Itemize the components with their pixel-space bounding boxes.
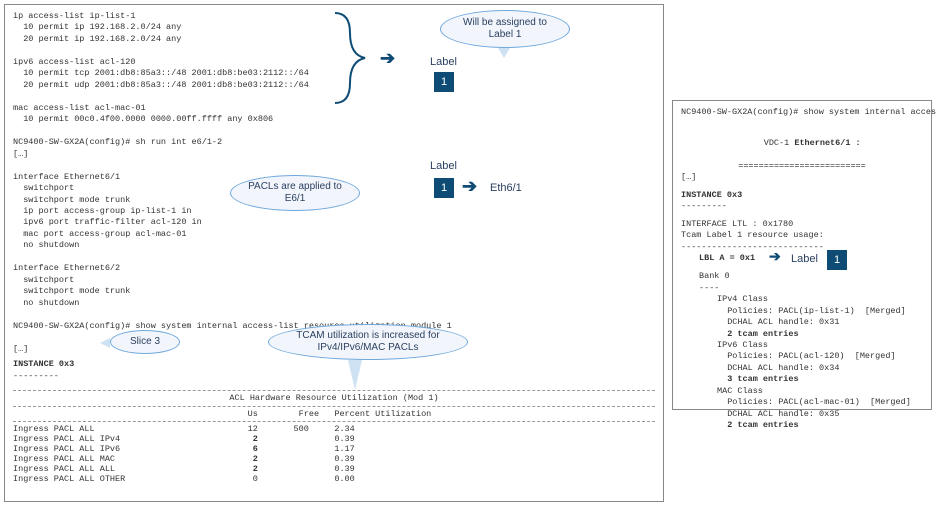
tcam-label-line: Tcam Label 1 resource usage: [681, 230, 923, 241]
bubble-pointer-icon [348, 360, 362, 390]
cli-line: no shutdown [13, 240, 655, 251]
utilization-table: Ingress PACL ALL 12 500 2.34Ingress PACL… [13, 424, 655, 484]
cli-line: switchport [13, 275, 655, 286]
bubble-pointer-icon [498, 48, 510, 58]
cli-line: interface Ethernet6/2 [13, 263, 655, 274]
ipv4-class: IPv4 Class [717, 294, 923, 305]
instance-right-ul: --------- [681, 201, 923, 212]
divider-top [13, 390, 655, 391]
right-cmd: NC9400-SW-GX2A(config)# show system inte… [681, 107, 923, 118]
lbl-a: LBL A = 0x1 [699, 253, 755, 264]
instance-underline: --------- [13, 371, 655, 382]
cli-line: no shutdown [13, 298, 655, 309]
cli-line: ip port access-group ip-list-1 in [13, 206, 655, 217]
vdc-underline: ========================= [681, 161, 923, 172]
table-row: Ingress PACL ALL MAC 2 0.39 [13, 454, 655, 464]
table-row: Ingress PACL ALL IPv6 6 1.17 [13, 444, 655, 454]
arrow-right-icon: ➔ [769, 249, 781, 266]
divider-mid [13, 406, 655, 407]
ipv6-ent: 3 tcam entries [717, 374, 923, 385]
bank-ul: ---- [699, 283, 923, 294]
ipv4-ent: 2 tcam entries [717, 329, 923, 340]
table-header: Us Free Percent Utilization [13, 409, 655, 419]
table-title: ACL Hardware Resource Utilization (Mod 1… [13, 393, 655, 404]
table-row: Ingress PACL ALL ALL 2 0.39 [13, 464, 655, 474]
label-chip-right: 1 [827, 250, 847, 270]
vdc-line: VDC-1 Ethernet6/1 : [681, 126, 923, 160]
iface-ltl: INTERFACE LTL : 0x1780 [681, 219, 923, 230]
right-terminal-panel: NC9400-SW-GX2A(config)# show system inte… [672, 100, 932, 410]
label-word-right: Label [791, 253, 818, 265]
eth-label: Eth6/1 [490, 182, 522, 194]
bubble-slice: Slice 3 [110, 330, 180, 354]
cli-line: […] [13, 149, 655, 160]
ipv6-class: IPv6 Class [717, 340, 923, 351]
bubble-pacl: PACLs are applied to E6/1 [230, 175, 360, 211]
instance-right: INSTANCE 0x3 [681, 190, 923, 201]
bank-line: Bank 0 [699, 271, 923, 282]
cli-line [13, 160, 655, 171]
brace-icon [330, 8, 370, 108]
bubble-tcam: TCAM utilization is increased for IPv4/I… [268, 324, 468, 360]
vdc-interface: Ethernet6/1 : [794, 138, 860, 148]
tcam-ul: ---------------------------- [681, 242, 923, 253]
arrow-right-icon: ➔ [380, 48, 395, 70]
table-row: Ingress PACL ALL IPv4 2 0.39 [13, 434, 655, 444]
table-row: Ingress PACL ALL 12 500 2.34 [13, 424, 655, 434]
cli-line: ipv6 port traffic-filter acl-120 in [13, 217, 655, 228]
label-chip-mid: 1 [434, 178, 454, 198]
cli-line: switchport mode trunk [13, 286, 655, 297]
cli-line [13, 126, 655, 137]
ipv6-hdl: DCHAL ACL handle: 0x34 [717, 363, 923, 374]
label-word-mid: Label [430, 160, 457, 172]
bubble-label1: Will be assigned to Label 1 [440, 10, 570, 48]
ipv6-pol: Policies: PACL(acl-120) [Merged] [717, 351, 923, 362]
mac-ent: 2 tcam entries [717, 420, 923, 431]
arrow-right-icon: ➔ [462, 176, 477, 198]
instance-line: INSTANCE 0x3 [13, 359, 655, 370]
mac-pol: Policies: PACL(acl-mac-01) [Merged] [717, 397, 923, 408]
mac-hdl: DCHAL ACL handle: 0x35 [717, 409, 923, 420]
cli-line [13, 309, 655, 320]
vdc-prefix: VDC-1 [764, 138, 795, 148]
ipv4-pol: Policies: PACL(ip-list-1) [Merged] [717, 306, 923, 317]
cli-line: NC9400-SW-GX2A(config)# sh run int e6/1-… [13, 137, 655, 148]
label-word-top: Label [430, 56, 457, 68]
bubble-pointer-icon [100, 338, 110, 348]
cli-line [13, 252, 655, 263]
mac-class: MAC Class [717, 386, 923, 397]
cli-line: 10 permit 00c0.4f00.0000 0000.00ff.ffff … [13, 114, 655, 125]
label-chip-top: 1 [434, 72, 454, 92]
ellipsis-right: […] [681, 172, 923, 183]
divider-bot [13, 421, 655, 422]
table-row: Ingress PACL ALL OTHER 0 0.00 [13, 474, 655, 484]
cli-line: mac port access-group acl-mac-01 [13, 229, 655, 240]
ipv4-hdl: DCHAL ACL handle: 0x31 [717, 317, 923, 328]
